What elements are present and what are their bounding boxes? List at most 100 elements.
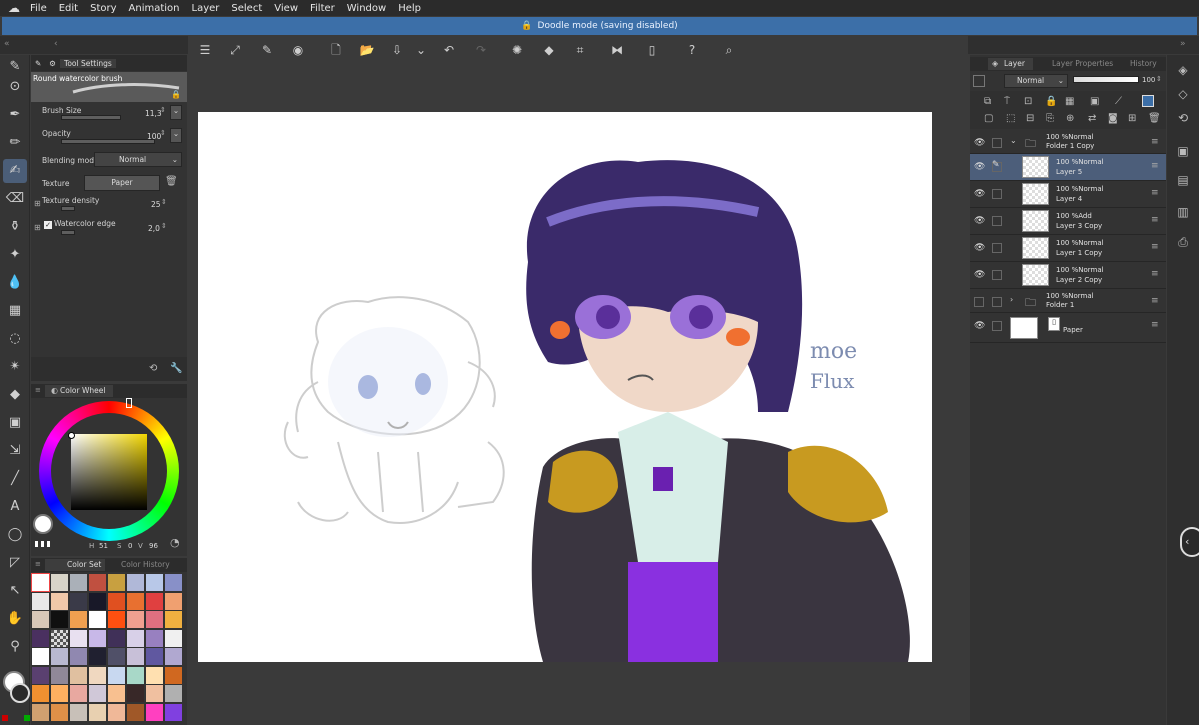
mask-add-icon[interactable]: ◙: [1108, 113, 1118, 124]
expand-panel-handle[interactable]: ‹: [1180, 527, 1199, 557]
tab-layer-properties[interactable]: Layer Properties: [1040, 58, 1113, 70]
color-mode-icon[interactable]: ◔: [170, 536, 180, 549]
gradient-tool-icon[interactable]: ▣: [3, 411, 27, 435]
color-swatch[interactable]: [146, 629, 163, 647]
layer-menu-icon[interactable]: ≡: [1151, 215, 1159, 225]
watercolor-edge-value[interactable]: 2,0: [148, 224, 160, 233]
color-swatch[interactable]: [108, 592, 125, 610]
spin-icon[interactable]: ⇕: [161, 198, 167, 206]
layer-color-box[interactable]: [973, 75, 985, 87]
color-swatch[interactable]: [31, 573, 50, 592]
color-swatch[interactable]: [32, 685, 49, 702]
hamburger-menu-icon[interactable]: ☰: [196, 41, 214, 59]
menu-select[interactable]: Select: [231, 3, 262, 14]
record-icon[interactable]: ◉: [289, 41, 307, 59]
transform-icon[interactable]: ⌗: [571, 41, 589, 59]
visibility-eye-icon[interactable]: 👁: [974, 321, 985, 331]
text-tool-icon[interactable]: A: [3, 495, 27, 519]
pencil-tool-icon[interactable]: ✏: [3, 131, 27, 155]
color-swatch[interactable]: [51, 703, 68, 721]
layer-menu-icon[interactable]: ≡: [1151, 320, 1159, 330]
layer-row[interactable]: 👁 100 %Normal Layer 1 Copy ≡: [970, 235, 1166, 262]
layer-opacity-value[interactable]: 100: [1142, 76, 1155, 84]
loading-icon[interactable]: ✺: [508, 41, 526, 59]
balloon-tool-icon[interactable]: ◯: [3, 523, 27, 547]
blend-mode-select[interactable]: Normal ⌄: [1004, 74, 1068, 88]
transparent-color-icon[interactable]: [35, 541, 53, 547]
color-swatch[interactable]: [51, 648, 68, 665]
layer-folder-row[interactable]: › 🗀 100 %Normal Folder 1 ≡: [970, 289, 1166, 313]
lock-layer-icon[interactable]: 🔒: [1045, 96, 1057, 107]
menu-view[interactable]: View: [274, 3, 298, 14]
color-swatch[interactable]: [146, 574, 163, 591]
layer-select-checkbox[interactable]: [992, 270, 1002, 280]
layer-row[interactable]: 👁 ▯ Paper ≡: [970, 313, 1166, 343]
grid-tool-icon[interactable]: ▦: [3, 299, 27, 323]
tab-color-set[interactable]: Color Set: [45, 559, 105, 571]
visibility-eye-icon[interactable]: 👁: [974, 243, 985, 253]
menu-layer[interactable]: Layer: [192, 3, 220, 14]
chevron-left-icon[interactable]: ‹: [54, 39, 58, 49]
frame-tool-icon[interactable]: ◸: [3, 551, 27, 575]
color-swatch[interactable]: [32, 629, 49, 647]
color-swatch[interactable]: [146, 703, 163, 721]
lock-brush-icon[interactable]: 🔒: [171, 90, 181, 99]
color-swatch[interactable]: [51, 685, 68, 702]
new-folder-icon[interactable]: ⊟: [1026, 113, 1034, 124]
line-tool-icon[interactable]: ╱: [3, 467, 27, 491]
layer-opacity-slider[interactable]: [1073, 76, 1139, 83]
color-swatch[interactable]: [127, 703, 144, 721]
color-swatch[interactable]: [70, 648, 87, 665]
color-swatch[interactable]: [108, 648, 125, 665]
color-swatch[interactable]: [165, 592, 182, 610]
opacity-slider[interactable]: [61, 139, 155, 144]
airbrush-tool-icon[interactable]: ⚱: [3, 215, 27, 239]
spin-icon[interactable]: ⇕: [1156, 75, 1162, 83]
layer-menu-icon[interactable]: ≡: [1151, 242, 1159, 252]
color-swatch[interactable]: [70, 592, 87, 610]
copy-layer-icon[interactable]: ⎘: [1046, 113, 1054, 124]
zoom-search-icon[interactable]: ⌕: [720, 41, 738, 59]
menu-window[interactable]: Window: [347, 3, 386, 14]
undo-icon[interactable]: ↶: [440, 41, 458, 59]
wrench-icon[interactable]: 🔧: [170, 363, 182, 374]
delete-layer-icon[interactable]: 🗑: [1148, 113, 1161, 124]
color-swatch[interactable]: [127, 648, 144, 665]
color-swatch[interactable]: [127, 685, 144, 702]
tab-color-history[interactable]: Color History: [107, 559, 170, 571]
color-swatch[interactable]: [127, 611, 144, 628]
color-swatch[interactable]: [146, 611, 163, 628]
layer-property-dock-icon[interactable]: ◇: [1172, 83, 1194, 105]
color-swatch[interactable]: [165, 648, 182, 665]
brush-tab-icon[interactable]: ✎: [31, 59, 45, 68]
tab-tool-settings[interactable]: Tool Settings: [60, 58, 116, 68]
operation-tool-icon[interactable]: ↖: [3, 579, 27, 603]
color-swatch[interactable]: [32, 611, 49, 628]
download-icon[interactable]: ⊙: [3, 75, 27, 99]
color-swatch[interactable]: [108, 629, 125, 647]
ruler-icon[interactable]: ⟋: [1115, 96, 1122, 107]
visibility-eye-icon[interactable]: 👁: [974, 270, 985, 280]
visibility-eye-icon[interactable]: 👁: [974, 138, 985, 148]
watercolor-brush-tool-icon[interactable]: ✍: [3, 159, 27, 183]
flip-horizontal-icon[interactable]: ⧓: [608, 41, 626, 59]
color-swatch[interactable]: [165, 666, 182, 684]
opacity-dropdown[interactable]: ⌄: [170, 128, 182, 143]
expand-plus-icon[interactable]: ⊞: [34, 223, 41, 232]
color-picker-marker[interactable]: [68, 432, 75, 439]
collapse-right-icon[interactable]: »: [1180, 39, 1186, 49]
color-swatch[interactable]: [70, 703, 87, 721]
new-file-icon[interactable]: 🗋: [327, 41, 345, 59]
layer-menu-icon[interactable]: ≡: [1151, 269, 1159, 279]
color-swatch[interactable]: [89, 685, 106, 702]
open-folder-icon[interactable]: 📂: [358, 41, 376, 59]
eyedropper-tool-icon[interactable]: ⚲: [3, 635, 27, 659]
color-swatch[interactable]: [89, 666, 106, 684]
color-swatch[interactable]: [32, 666, 49, 684]
sub-tool-tab-icon[interactable]: ⚙: [45, 59, 60, 68]
color-swatch[interactable]: [32, 592, 49, 610]
color-swatch[interactable]: [51, 629, 68, 647]
decoration-tool-icon[interactable]: ✦: [3, 243, 27, 267]
fit-canvas-icon[interactable]: ⤢: [226, 41, 244, 59]
visibility-eye-icon[interactable]: 👁: [974, 162, 985, 172]
